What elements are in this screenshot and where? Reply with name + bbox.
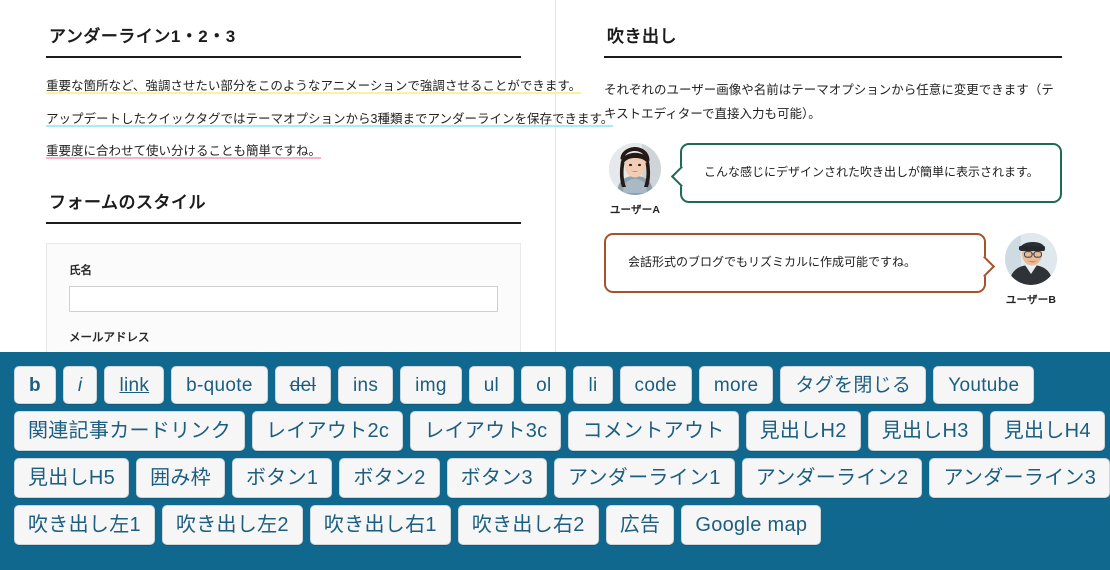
quicktag-button[interactable]: ol — [521, 366, 566, 404]
quicktag-button[interactable]: タグを閉じる — [780, 366, 926, 404]
speech-bubble-text: こんな感じにデザインされた吹き出しが簡単に表示されます。 — [704, 165, 1039, 179]
quicktag-button[interactable]: コメントアウト — [568, 411, 738, 451]
underline-demo-paragraph: 重要な箇所など、強調させたい部分をこのようなアニメーションで強調させることができ… — [46, 58, 521, 93]
form-section-divider — [46, 222, 521, 224]
quicktag-button[interactable]: 見出しH4 — [990, 411, 1105, 451]
avatar-name-user-a: ユーザーA — [604, 202, 666, 217]
speech-bubble-user-b: 会話形式のブログでもリズミカルに作成可能ですね。 — [604, 233, 986, 293]
speech-bubble-row-right: 会話形式のブログでもリズミカルに作成可能ですね。 — [604, 233, 1062, 307]
email-field-label: メールアドレス — [69, 329, 498, 345]
content-area: アンダーライン1・2・3 重要な箇所など、強調させたい部分をこのようなアニメーシ… — [0, 0, 1110, 352]
quicktag-button[interactable]: アンダーライン1 — [554, 458, 735, 498]
underline-demo-paragraph: アップデートしたクイックタグではテーマオプションから3種類までアンダーラインを保… — [46, 93, 521, 126]
avatar-block-user-b: ユーザーB — [1000, 233, 1062, 307]
quicktag-button[interactable]: 広告 — [606, 505, 675, 545]
quicktag-button[interactable]: ボタン1 — [232, 458, 332, 498]
quicktag-button[interactable]: 囲み枠 — [136, 458, 225, 498]
quicktag-button[interactable]: more — [699, 366, 774, 404]
avatar-name-user-b: ユーザーB — [1000, 292, 1062, 307]
underline-section-heading: アンダーライン1・2・3 — [46, 0, 521, 56]
quicktag-button[interactable]: 見出しH2 — [746, 411, 861, 451]
quicktag-toolbar: bilinkb-quotedelinsimgulollicodemoreタグを閉… — [0, 352, 1110, 570]
quicktag-button[interactable]: 吹き出し左1 — [14, 505, 155, 545]
quicktag-row: bilinkb-quotedelinsimgulollicodemoreタグを閉… — [14, 366, 1110, 404]
quicktag-button[interactable]: img — [400, 366, 462, 404]
quicktag-button[interactable]: ボタン2 — [339, 458, 439, 498]
quicktag-row: 見出しH5囲み枠ボタン1ボタン2ボタン3アンダーライン1アンダーライン2アンダー… — [14, 458, 1110, 498]
quicktag-button[interactable]: アンダーライン3 — [929, 458, 1110, 498]
quicktag-button[interactable]: 吹き出し右2 — [458, 505, 599, 545]
quicktag-button[interactable]: li — [573, 366, 612, 404]
quicktag-button[interactable]: 関連記事カードリンク — [14, 411, 245, 451]
quicktag-button[interactable]: i — [63, 366, 98, 404]
name-field-label: 氏名 — [69, 262, 498, 278]
quicktag-button[interactable]: b — [14, 366, 56, 404]
underline-mark-yellow: 重要な箇所など、強調させたい部分をこのようなアニメーションで強調させることができ… — [46, 79, 581, 94]
bubble-tail-icon — [974, 256, 995, 277]
quicktag-button[interactable]: Google map — [681, 505, 821, 545]
underline-mark-pink: 重要度に合わせて使い分けることも簡単ですね。 — [46, 144, 321, 159]
quicktag-button[interactable]: アンダーライン2 — [742, 458, 923, 498]
speech-bubble-intro-text: それぞれのユーザー画像や名前はテーマオプションから任意に変更できます（テキストエ… — [604, 58, 1062, 127]
name-input[interactable] — [69, 286, 498, 312]
quicktag-button[interactable]: del — [275, 366, 331, 404]
quicktag-button[interactable]: Youtube — [933, 366, 1034, 404]
right-column: 吹き出し それぞれのユーザー画像や名前はテーマオプションから任意に変更できます（… — [556, 0, 1110, 352]
speech-bubble-section-heading: 吹き出し — [604, 0, 1062, 56]
quicktag-button[interactable]: 見出しH5 — [14, 458, 129, 498]
quicktag-row: 吹き出し左1吹き出し左2吹き出し右1吹き出し右2広告Google map — [14, 505, 1110, 545]
speech-bubble-user-a: こんな感じにデザインされた吹き出しが簡単に表示されます。 — [680, 143, 1062, 203]
quicktag-button[interactable]: link — [104, 366, 164, 404]
avatar-block-user-a: ユーザーA — [604, 143, 666, 217]
quicktag-button[interactable]: ul — [469, 366, 514, 404]
quicktag-button[interactable]: code — [620, 366, 692, 404]
avatar — [609, 143, 661, 195]
speech-bubble-row-left: ユーザーA こんな感じにデザインされた吹き出しが簡単に表示されます。 — [604, 143, 1062, 217]
form-section-heading: フォームのスタイル — [46, 166, 521, 222]
underline-mark-cyan: アップデートしたクイックタグではテーマオプションから3種類までアンダーラインを保… — [46, 112, 613, 127]
bubble-tail-icon — [671, 166, 692, 187]
quicktag-button[interactable]: b-quote — [171, 366, 268, 404]
quicktag-button[interactable]: 吹き出し左2 — [162, 505, 303, 545]
quicktag-button[interactable]: 見出しH3 — [868, 411, 983, 451]
quicktag-button[interactable]: ins — [338, 366, 393, 404]
left-column: アンダーライン1・2・3 重要な箇所など、強調させたい部分をこのようなアニメーシ… — [0, 0, 556, 352]
speech-bubble-text: 会話形式のブログでもリズミカルに作成可能ですね。 — [628, 255, 916, 269]
quicktag-button[interactable]: 吹き出し右1 — [310, 505, 451, 545]
quicktag-row: 関連記事カードリンクレイアウト2cレイアウト3cコメントアウト見出しH2見出しH… — [14, 411, 1110, 451]
quicktag-button[interactable]: ボタン3 — [447, 458, 547, 498]
quicktag-button[interactable]: レイアウト2c — [252, 411, 403, 451]
avatar — [1005, 233, 1057, 285]
underline-demo-paragraph: 重要度に合わせて使い分けることも簡単ですね。 — [46, 125, 521, 158]
quicktag-button[interactable]: レイアウト3c — [410, 411, 561, 451]
